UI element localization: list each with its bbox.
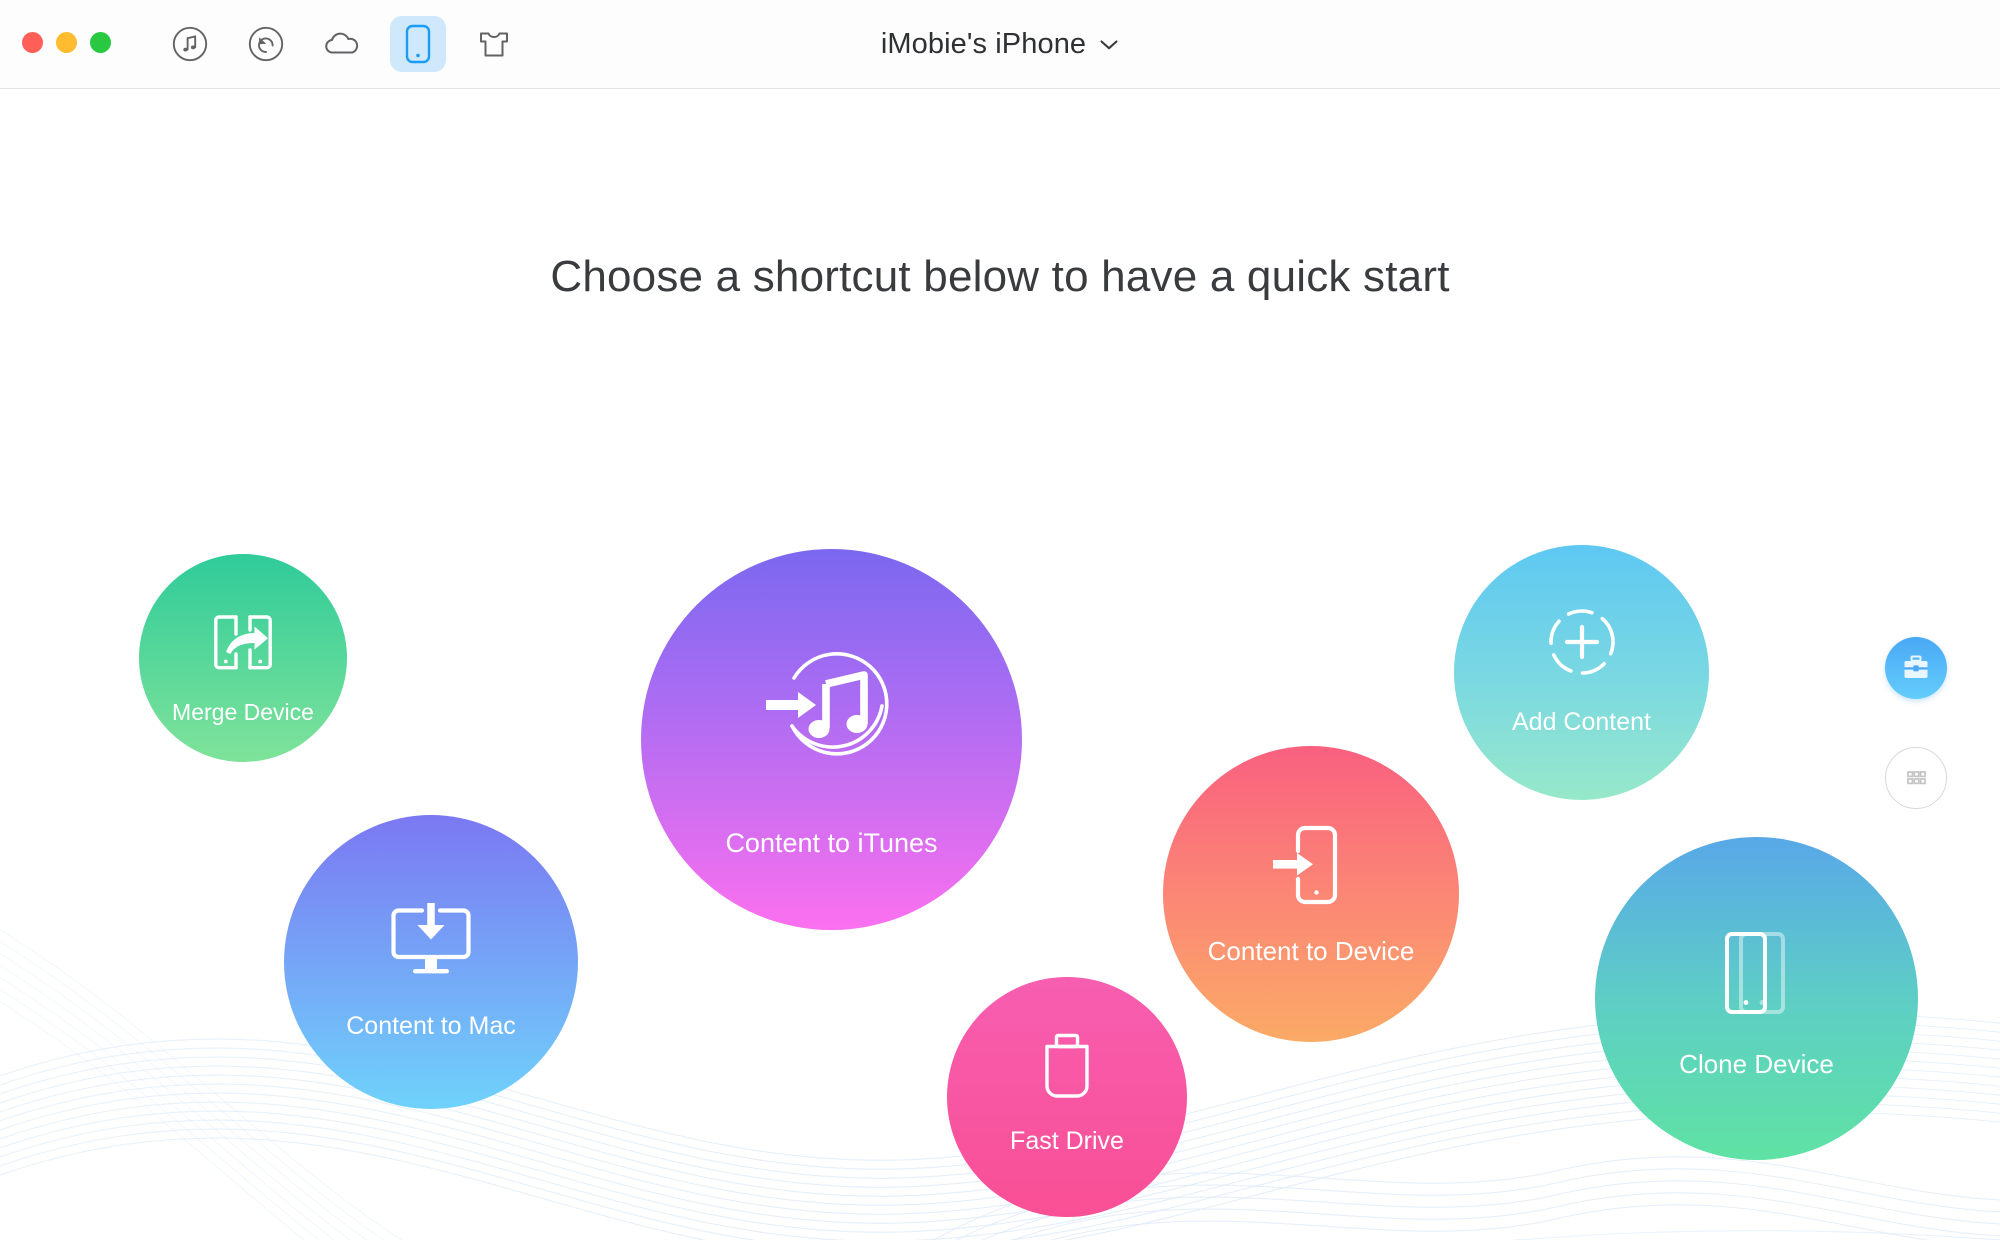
toolbox-fab-button[interactable] — [1885, 637, 1947, 699]
shortcut-canvas: Choose a shortcut below to have a quick … — [0, 89, 2000, 1240]
shortcut-add-content[interactable]: Add Content — [1454, 545, 1709, 800]
shortcut-label: Content to iTunes — [725, 828, 938, 858]
minimize-window-button[interactable] — [56, 32, 77, 53]
shortcut-content-to-device[interactable]: Content to Device — [1163, 746, 1459, 1042]
chevron-down-icon[interactable] — [1099, 38, 1119, 51]
shortcut-content-to-mac[interactable]: Content to Mac — [284, 815, 578, 1109]
app-grid-fab-button[interactable] — [1885, 747, 1947, 809]
device-selector[interactable]: iMobie's iPhone — [881, 28, 1119, 61]
monitor-download-icon — [391, 903, 471, 974]
maximize-window-button[interactable] — [90, 32, 111, 53]
toolbar — [162, 16, 522, 72]
window-controls — [22, 32, 111, 53]
merge-device-icon — [214, 615, 272, 670]
title-bar: iMobie's iPhone — [0, 0, 2000, 89]
toolbar-item-restore[interactable] — [238, 16, 294, 72]
shortcut-content-to-itunes[interactable]: Content to iTunes — [641, 549, 1022, 930]
shortcut-label: Clone Device — [1679, 1049, 1834, 1079]
app-window: iMobie's iPhone Choose a shortcut below … — [0, 0, 2000, 1240]
device-name-label: iMobie's iPhone — [880, 28, 1087, 60]
grid-apps-icon — [1907, 771, 1926, 785]
shortcut-label: Add Content — [1512, 708, 1651, 736]
phone-import-icon — [1273, 825, 1338, 905]
clone-phones-icon — [1724, 932, 1785, 1014]
usb-drive-icon — [1045, 1033, 1089, 1098]
shortcut-label: Fast Drive — [1010, 1127, 1124, 1155]
shortcut-label: Merge Device — [172, 699, 314, 725]
toolbar-item-cloud[interactable] — [314, 16, 370, 72]
shortcut-clone-device[interactable]: Clone Device — [1595, 837, 1918, 1160]
device-phone-icon — [405, 24, 431, 64]
close-window-button[interactable] — [22, 32, 43, 53]
page-headline: Choose a shortcut below to have a quick … — [550, 252, 1450, 301]
toolbar-item-music[interactable] — [162, 16, 218, 72]
toolbar-item-toolkit[interactable] — [466, 16, 522, 72]
shortcut-fast-drive[interactable]: Fast Drive — [947, 977, 1187, 1217]
itunes-import-icon — [765, 652, 889, 756]
toolbar-item-device[interactable] — [390, 16, 446, 72]
shortcut-label: Content to Device — [1207, 936, 1415, 966]
shortcut-label: Content to Mac — [346, 1012, 516, 1040]
cloud-icon — [325, 32, 359, 54]
restore-circle-icon — [248, 26, 284, 62]
add-target-icon — [1548, 609, 1615, 675]
music-circle-icon — [172, 26, 208, 62]
shortcut-merge-device[interactable]: Merge Device — [139, 554, 347, 762]
tshirt-icon — [480, 32, 508, 57]
toolbox-icon — [1904, 655, 1928, 678]
